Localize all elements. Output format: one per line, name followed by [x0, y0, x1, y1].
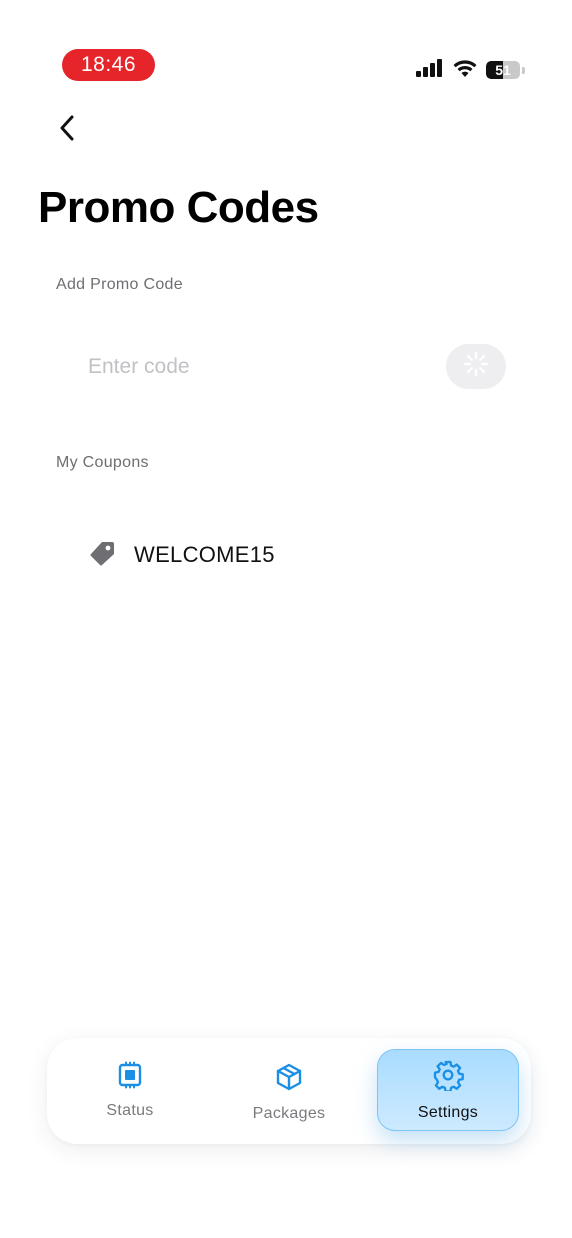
battery-icon: 51: [486, 61, 520, 79]
battery-level: 51: [495, 62, 511, 78]
battery-cap: [522, 66, 525, 74]
status-icons: 51: [416, 58, 525, 82]
page-title: Promo Codes: [38, 183, 319, 232]
tab-label: Packages: [252, 1104, 326, 1122]
chevron-left-icon: [59, 114, 77, 147]
tab-status[interactable]: Status: [59, 1048, 201, 1132]
bottom-tab-bar: Status Packages Settings: [47, 1038, 531, 1144]
tab-label: Status: [106, 1101, 154, 1119]
tab-label: Settings: [417, 1103, 479, 1121]
back-button[interactable]: [50, 112, 86, 148]
coupon-code: WELCOME15: [134, 542, 275, 567]
tag-icon: [88, 539, 116, 572]
coupon-item[interactable]: WELCOME15: [88, 535, 275, 575]
status-time: 18:46: [62, 49, 155, 81]
gear-icon: [432, 1059, 464, 1096]
promo-code-input[interactable]: [76, 342, 450, 392]
loading-spinner-icon: [463, 351, 489, 382]
promo-codes-screen: 18:46 51 Promo Codes Add Promo Code Ente…: [0, 0, 572, 1238]
cellular-signal-icon: [416, 58, 444, 82]
add-promo-label: Add Promo Code: [56, 276, 183, 293]
box-icon: [274, 1062, 304, 1097]
tab-packages[interactable]: Packages: [218, 1050, 360, 1134]
tab-settings[interactable]: Settings: [377, 1049, 519, 1131]
chip-icon: [116, 1061, 144, 1094]
apply-code-button[interactable]: [446, 344, 506, 389]
my-coupons-label: My Coupons: [56, 454, 149, 471]
wifi-icon: [452, 58, 478, 83]
